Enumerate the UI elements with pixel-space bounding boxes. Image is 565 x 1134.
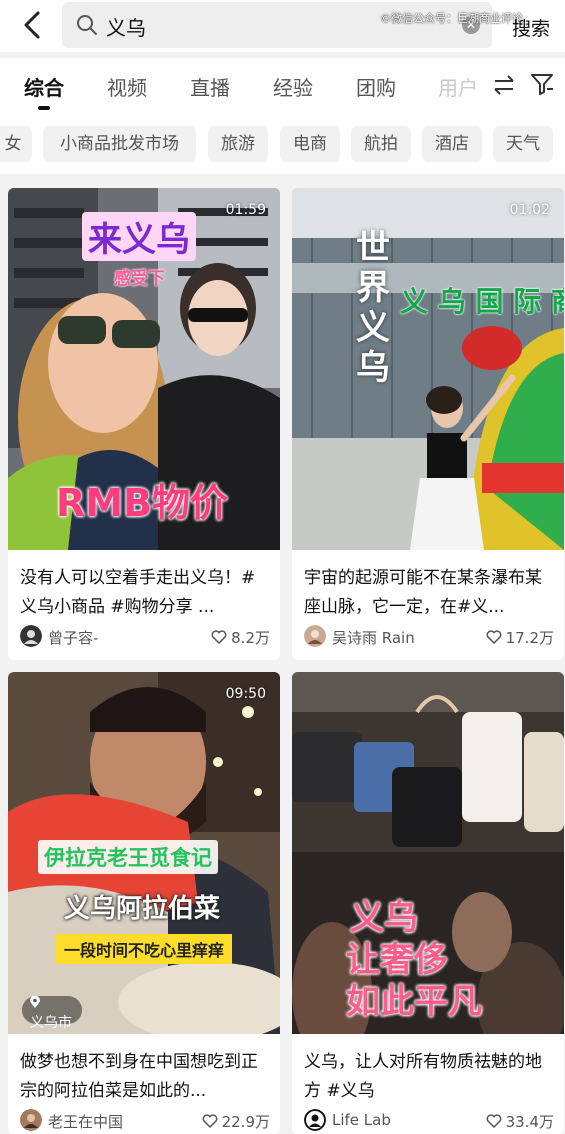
chip-women[interactable]: 女 (0, 126, 32, 162)
tab-video[interactable]: 视频 (107, 72, 147, 101)
video-thumbnail: 义 乌 国 际 商 贸 世界义乌 01:02 (292, 188, 564, 550)
video-duration: 09:50 (225, 686, 266, 702)
like-count[interactable]: 22.9万 (202, 1111, 270, 1132)
author-name[interactable]: Life Lab (332, 1111, 391, 1129)
chip-travel[interactable]: 旅游 (208, 126, 268, 162)
video-thumbnail: 来义乌 感受下 RMB物价 01:59 (8, 188, 280, 550)
heart-icon (202, 1114, 218, 1128)
chip-ecommerce[interactable]: 电商 (280, 126, 340, 162)
location-pin-icon (30, 996, 40, 1008)
like-count-value: 33.4万 (505, 1113, 554, 1131)
heart-icon (211, 630, 227, 644)
heart-icon (486, 1114, 502, 1128)
like-count[interactable]: 8.2万 (211, 627, 270, 648)
video-thumbnail: 义乌 让奢侈 如此平凡 (292, 672, 564, 1034)
video-caption: 做梦也想不到身在中国想吃到正宗的阿拉伯菜是如此的... (20, 1052, 258, 1101)
avatar[interactable] (304, 1109, 326, 1131)
location-name: 义乌市 (30, 1015, 72, 1031)
video-card[interactable]: 义 乌 国 际 商 贸 世界义乌 01:02 宇宙的起源可能不在某条瀑布某座山脉… (292, 188, 564, 660)
search-query: 义乌 (106, 16, 146, 40)
tab-users[interactable]: 用户 (438, 72, 478, 101)
tab-active-indicator (38, 106, 50, 110)
top-bar: 义乌 ✕ ©微信公众号：巨潮商业评论 搜索 (0, 0, 565, 52)
chip-hotel[interactable]: 酒店 (422, 126, 482, 162)
video-card[interactable]: 来义乌 感受下 RMB物价 01:59 没有人可以空着手走出义乌！#义乌小商品 … (8, 188, 280, 660)
video-caption: 宇宙的起源可能不在某条瀑布某座山脉，它一定，在#义... (304, 568, 542, 617)
back-arrow-icon[interactable] (18, 8, 48, 42)
like-count-value: 22.9万 (221, 1113, 270, 1131)
tab-group-buy[interactable]: 团购 (356, 72, 396, 101)
avatar[interactable] (20, 625, 42, 647)
overlay-text: 义乌阿拉伯菜 (64, 894, 221, 924)
overlay-text: 如此平凡 (346, 982, 482, 1022)
heart-icon (486, 630, 502, 644)
like-count[interactable]: 33.4万 (486, 1111, 554, 1132)
search-button[interactable]: 搜索 (512, 14, 550, 41)
overlay-text: 来义乌 (82, 212, 196, 261)
author-row: 曾子容- 8.2万 (20, 625, 270, 649)
avatar[interactable] (20, 1109, 42, 1131)
swap-icon[interactable] (492, 74, 516, 96)
chip-aerial[interactable]: 航拍 (351, 126, 411, 162)
video-duration: 01:02 (509, 202, 550, 218)
tab-experience[interactable]: 经验 (273, 72, 313, 101)
overlay-text: 伊拉克老王觅食记 (38, 840, 218, 874)
video-caption: 没有人可以空着手走出义乌！#义乌小商品 #购物分享 ... (20, 568, 256, 617)
overlay-text: 一段时间不吃心里痒痒 (56, 934, 233, 964)
like-count-value: 8.2万 (231, 629, 270, 647)
location-tag[interactable]: 义乌市 (22, 996, 82, 1031)
author-name[interactable]: 曾子容- (48, 627, 98, 648)
author-row: 老王在中国 22.9万 (20, 1109, 270, 1133)
filter-icon[interactable] (530, 72, 554, 96)
video-card[interactable]: 伊拉克老王觅食记 义乌阿拉伯菜 一段时间不吃心里痒痒 义乌市 09:50 做梦也… (8, 672, 280, 1134)
overlay-text: 世界义乌 (356, 228, 390, 388)
category-tabs: 综合 视频 直播 经验 团购 用户 (0, 58, 565, 118)
video-duration: 01:59 (225, 202, 266, 218)
author-name[interactable]: 老王在中国 (48, 1111, 123, 1132)
like-count-value: 17.2万 (505, 629, 554, 647)
filter-chips: 女 小商品批发市场 旅游 电商 航拍 酒店 天气 (0, 118, 565, 174)
like-count[interactable]: 17.2万 (486, 627, 554, 648)
video-card[interactable]: 义乌 让奢侈 如此平凡 义乌，让人对所有物质祛魅的地方 #义乌 Life Lab… (292, 672, 564, 1134)
avatar[interactable] (304, 625, 326, 647)
overlay-text: RMB物价 (56, 481, 229, 525)
chip-wholesale-market[interactable]: 小商品批发市场 (43, 126, 196, 162)
video-caption: 义乌，让人对所有物质祛魅的地方 #义乌 (304, 1052, 542, 1101)
building-sign: 义 乌 国 际 商 贸 (400, 285, 564, 318)
tab-live[interactable]: 直播 (190, 72, 230, 101)
author-row: Life Lab 33.4万 (304, 1109, 554, 1133)
chip-weather[interactable]: 天气 (493, 126, 553, 162)
watermark: ©微信公众号：巨潮商业评论 (380, 12, 523, 25)
author-row: 吴诗雨 Rain 17.2万 (304, 625, 554, 649)
video-thumbnail: 伊拉克老王觅食记 义乌阿拉伯菜 一段时间不吃心里痒痒 义乌市 09:50 (8, 672, 280, 1034)
author-name[interactable]: 吴诗雨 Rain (332, 627, 415, 648)
search-icon (77, 15, 97, 35)
overlay-text: 感受下 (114, 269, 165, 289)
tab-comprehensive[interactable]: 综合 (24, 72, 64, 101)
